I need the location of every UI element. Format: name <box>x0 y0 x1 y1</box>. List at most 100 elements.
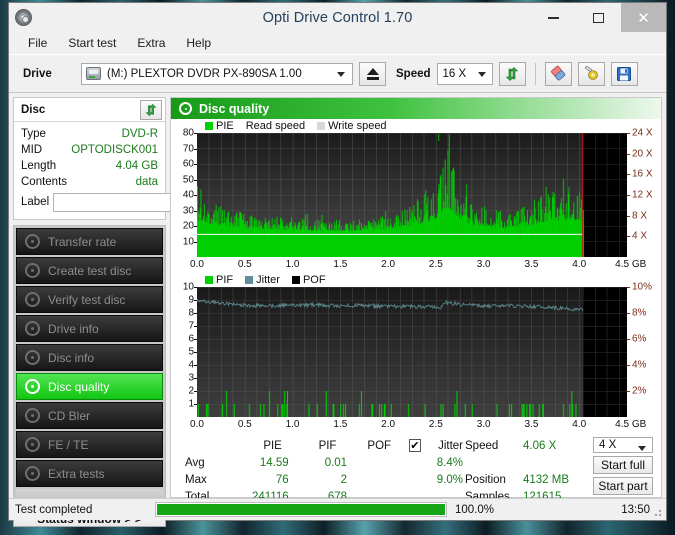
disc-contents-label: Contents <box>21 174 67 190</box>
speed-select[interactable]: 16 X <box>437 63 493 85</box>
y2-tick <box>627 154 630 155</box>
sidebar-item-drive-info[interactable]: Drive info <box>16 315 163 342</box>
pif-chart-x-axis: 0.00.51.01.52.02.53.03.54.04.5 GB <box>197 417 627 433</box>
sidebar-item-transfer-rate[interactable]: Transfer rate <box>16 228 163 255</box>
sidebar-item-create-test-disc[interactable]: Create test disc <box>16 257 163 284</box>
progress-percent: 100.0% <box>447 504 537 516</box>
disc-mid-label: MID <box>21 142 42 158</box>
sidebar-item-disc-info[interactable]: Disc info <box>16 344 163 371</box>
y2-tick <box>627 313 630 314</box>
save-button[interactable] <box>611 62 638 86</box>
readout-values: Speed 4.06 X Position 4132 MB Samples 12… <box>465 437 593 495</box>
speed-readout-value: 4.06 X <box>523 440 556 452</box>
readout-spacer <box>465 454 593 471</box>
disc-row-type: Type DVD-R <box>21 126 158 142</box>
resize-grip[interactable] <box>652 507 662 517</box>
x-tick-label: 1.5 <box>333 419 347 430</box>
y2-tick <box>627 365 630 366</box>
x-tick-label: 3.5 <box>524 259 538 270</box>
test-controls: 4 X Start full Start part <box>593 437 657 495</box>
sidebar-item-fe-te[interactable]: FE / TE <box>16 431 163 458</box>
legend-swatch-pif <box>205 276 213 284</box>
disc-test-icon <box>25 408 40 423</box>
sidebar-item-disc-quality[interactable]: Disc quality <box>16 373 163 400</box>
disc-type-label: Type <box>21 126 46 142</box>
refresh-button[interactable] <box>499 62 526 86</box>
pif-chart-y-axis: 12345678910 <box>171 287 197 417</box>
y2-tick-label: 24 X <box>632 128 653 139</box>
menu-item-start-test[interactable]: Start test <box>59 34 125 52</box>
y2-tick-label: 20 X <box>632 148 653 159</box>
y2-tick-label: 8% <box>632 308 646 319</box>
maximize-icon <box>593 13 604 23</box>
pif-jitter-chart: 12345678910 2%4%6%8%10% <box>171 287 661 417</box>
close-button[interactable]: ✕ <box>621 3 666 32</box>
y-tick-label: 40 <box>183 190 194 201</box>
start-part-button[interactable]: Start part <box>593 477 653 495</box>
y2-tick <box>627 287 630 288</box>
pie-chart-speed-axis: 4 X8 X12 X16 X20 X24 X <box>627 133 661 257</box>
disc-quality-icon <box>179 102 192 115</box>
max-pif: 2 <box>289 474 347 486</box>
refresh-icon <box>144 103 158 117</box>
legend-swatch-jitter <box>245 276 253 284</box>
y-tick-label: 10 <box>183 282 194 293</box>
sidebar-item-cd-bler[interactable]: CD Bler <box>16 402 163 429</box>
row-label-avg: Avg <box>175 457 230 469</box>
disc-panel-title: Disc <box>21 104 45 116</box>
disc-refresh-button[interactable] <box>140 100 162 120</box>
pie-chart-x-axis: 0.00.51.01.52.02.53.03.54.04.5 GB <box>197 257 627 273</box>
sidebar-item-label: Transfer rate <box>48 235 116 249</box>
test-speed-select[interactable]: 4 X <box>593 437 653 453</box>
column-header-pof: POF <box>336 440 391 452</box>
menu-item-file[interactable]: File <box>19 34 56 52</box>
sidebar-item-extra-tests[interactable]: Extra tests <box>16 460 163 487</box>
sidebar-item-label: Disc info <box>48 351 94 365</box>
disc-type-value: DVD-R <box>122 126 158 142</box>
x-tick-label: 1.0 <box>286 419 300 430</box>
legend-label-read-speed: Read speed <box>246 120 305 132</box>
sidebar-item-label: FE / TE <box>48 438 88 452</box>
settings-button[interactable] <box>578 62 605 86</box>
eject-bar <box>367 77 379 80</box>
disc-row-contents: Contents data <box>21 174 158 190</box>
disc-info-panel: Disc Type DVD-R MID OPT <box>13 97 166 220</box>
menu-item-extra[interactable]: Extra <box>128 34 174 52</box>
x-tick-label: 1.5 <box>333 259 347 270</box>
y-tick-label: 70 <box>183 143 194 154</box>
jitter-checkbox[interactable]: ✔ <box>409 439 421 452</box>
pif-chart-plot[interactable] <box>197 287 627 417</box>
y2-tick <box>627 339 630 340</box>
disc-row-label: Label <box>21 192 158 214</box>
disc-test-icon <box>25 437 40 452</box>
pie-chart-legend: PIE Read speed Write speed <box>171 119 661 133</box>
y-tick-label: 10 <box>183 236 194 247</box>
disc-quality-panel: Disc quality PIE Read speed Write speed <box>170 97 662 498</box>
legend-label-pie: PIE <box>216 120 234 132</box>
x-tick-label: 3.0 <box>477 419 491 430</box>
y2-tick-label: 2% <box>632 386 646 397</box>
speed-label: Speed <box>396 68 431 80</box>
speed-readout-label: Speed <box>465 440 523 452</box>
maximize-button[interactable] <box>576 3 621 32</box>
disc-test-icon <box>25 321 40 336</box>
sidebar: Disc Type DVD-R MID OPT <box>9 93 170 498</box>
drive-select[interactable]: (M:) PLEXTOR DVDR PX-890SA 1.00 <box>81 63 353 85</box>
menu-item-help[interactable]: Help <box>177 34 220 52</box>
panel-header: Disc quality <box>171 98 661 119</box>
disc-mid-value: OPTODISCK001 <box>71 142 158 158</box>
row-label-max: Max <box>175 474 230 486</box>
y2-tick-label: 12 X <box>632 190 653 201</box>
start-full-button[interactable]: Start full <box>593 456 653 474</box>
minimize-button[interactable] <box>531 3 576 32</box>
sidebar-item-verify-test-disc[interactable]: Verify test disc <box>16 286 163 313</box>
erase-button[interactable] <box>545 62 572 86</box>
x-tick-label: 3.5 <box>524 419 538 430</box>
x-tick-label: 4.5 GB <box>615 259 646 270</box>
disc-label-label: Label <box>21 196 49 208</box>
pie-chart-plot[interactable] <box>197 133 627 257</box>
toolbar-separator <box>535 63 536 85</box>
x-tick-label: 0.0 <box>190 259 204 270</box>
eject-button[interactable] <box>359 62 386 86</box>
x-tick-label: 2.5 <box>429 259 443 270</box>
